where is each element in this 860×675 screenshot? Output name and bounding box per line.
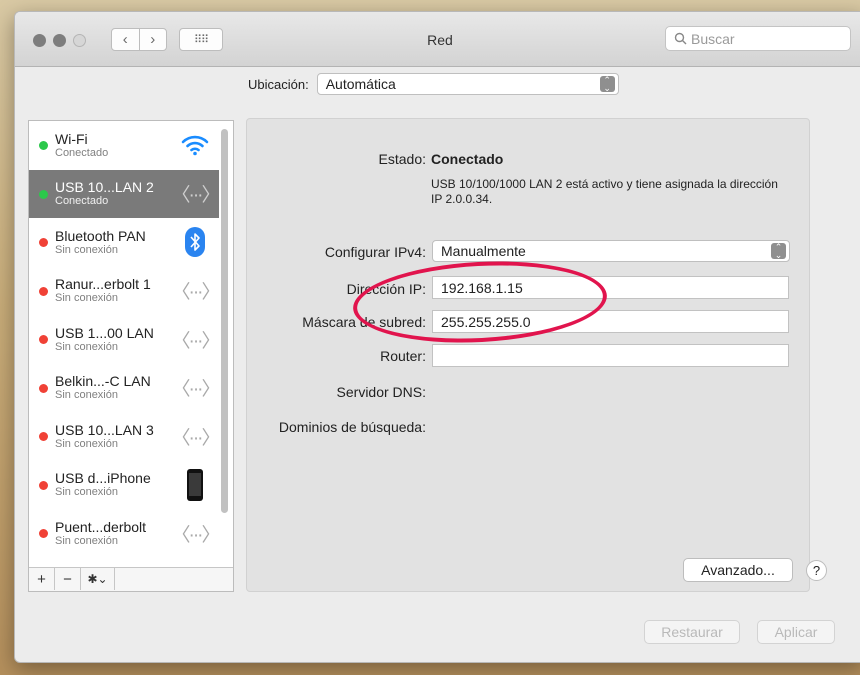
service-item[interactable]: USB d...iPhone Sin conexión <box>29 461 219 510</box>
location-row: Ubicación: Automática ⌃ ⌄ <box>248 73 619 95</box>
service-item[interactable]: Ranur...erbolt 1 Sin conexión 〈···〉 <box>29 267 219 316</box>
ethernet-icon: 〈···〉 <box>171 185 219 206</box>
help-button[interactable]: ? <box>806 560 827 581</box>
service-name: Bluetooth PAN <box>55 227 146 244</box>
location-select[interactable]: Automática ⌃ ⌄ <box>316 73 619 95</box>
status-dot-icon <box>39 335 48 344</box>
service-status: Sin conexión <box>55 243 118 256</box>
service-name: USB 10...LAN 3 <box>55 421 154 438</box>
service-item[interactable]: USB 10...LAN 3 Sin conexión 〈···〉 <box>29 412 219 461</box>
service-status: Sin conexión <box>55 292 118 305</box>
chevron-updown-icon: ⌃ ⌄ <box>599 76 615 93</box>
status-label: Estado: <box>378 151 426 167</box>
ethernet-icon: 〈···〉 <box>171 379 219 400</box>
service-text: USB d...iPhone Sin conexión <box>55 470 151 499</box>
service-text: USB 10...LAN 3 Sin conexión <box>55 422 154 451</box>
service-name: Wi-Fi <box>55 130 88 147</box>
service-list-footer: + − ✱⌄ <box>29 567 233 591</box>
wifi-icon <box>179 130 211 160</box>
ethernet-icon: 〈···〉 <box>171 282 219 303</box>
service-list-scrollbar[interactable] <box>221 129 228 513</box>
status-dot-icon <box>39 480 48 490</box>
service-name: USB 1...00 LAN <box>55 324 154 341</box>
router-field[interactable] <box>432 344 789 367</box>
service-text: Bluetooth PAN Sin conexión <box>55 228 146 257</box>
search-icon <box>674 32 687 45</box>
service-item[interactable]: Puent...derbolt Sin conexión 〈···〉 <box>29 509 219 558</box>
status-dot-icon <box>39 238 48 247</box>
titlebar: ‹ › ⠿⠿ Red Buscar <box>15 12 860 67</box>
configure-ipv4-value: Manualmente <box>441 243 526 259</box>
ip-address-label: Dirección IP: <box>346 281 426 297</box>
service-name: Ranur...erbolt 1 <box>55 276 151 293</box>
service-item[interactable]: USB 10...LAN 2 Conectado 〈···〉 <box>29 169 219 218</box>
ethernet-icon: 〈···〉 <box>171 427 219 449</box>
search-placeholder: Buscar <box>691 30 735 47</box>
subnet-mask-label: Máscara de subred: <box>302 314 426 330</box>
service-status: Sin conexión <box>55 534 118 547</box>
remove-service-button[interactable]: − <box>55 568 81 590</box>
service-status: Conectado <box>55 146 109 159</box>
status-dot-icon <box>39 383 48 393</box>
search-input[interactable]: Buscar <box>665 26 851 51</box>
bluetooth-icon <box>179 227 211 257</box>
status-description: USB 10/100/1000 LAN 2 está activo y tien… <box>431 177 778 206</box>
status-dot-icon <box>39 141 48 150</box>
iphone-icon <box>179 468 211 501</box>
status-dot-icon <box>39 432 48 441</box>
service-text: USB 10...LAN 2 Conectado <box>55 179 154 208</box>
subnet-mask-field[interactable]: 255.255.255.0 <box>432 310 789 333</box>
status-dot-icon <box>39 286 48 296</box>
service-item[interactable]: USB 1...00 LAN Sin conexión 〈···〉 <box>29 315 219 364</box>
status-value: Conectado <box>431 151 504 167</box>
service-status: Sin conexión <box>55 340 118 353</box>
gear-menu-button[interactable]: ✱⌄ <box>81 568 115 590</box>
status-dot-icon <box>39 189 48 199</box>
ip-address-field[interactable]: 192.168.1.15 <box>432 276 789 299</box>
service-text: Ranur...erbolt 1 Sin conexión <box>55 276 151 305</box>
chevron-updown-icon: ⌃ ⌄ <box>771 243 786 260</box>
service-text: Belkin...-C LAN Sin conexión <box>55 373 151 402</box>
service-status: Sin conexión <box>55 389 118 402</box>
service-item[interactable]: Bluetooth PAN Sin conexión <box>29 218 219 267</box>
configure-ipv4-select[interactable]: Manualmente ⌃ ⌄ <box>432 240 790 262</box>
service-name: USB 10...LAN 2 <box>55 179 154 196</box>
dns-server-label: Servidor DNS: <box>336 384 426 400</box>
service-item[interactable]: Wi-Fi Conectado <box>29 121 219 170</box>
advanced-button[interactable]: Avanzado... <box>683 558 793 582</box>
apply-button[interactable]: Aplicar <box>757 620 835 644</box>
add-service-button[interactable]: + <box>29 568 55 590</box>
service-status: Sin conexión <box>55 486 118 499</box>
ethernet-icon: 〈···〉 <box>171 330 219 352</box>
service-item[interactable]: Belkin...-C LAN Sin conexión 〈···〉 <box>29 364 219 413</box>
service-name: USB d...iPhone <box>55 470 151 487</box>
configure-ipv4-label: Configurar IPv4: <box>324 244 426 260</box>
status-dot-icon <box>39 529 48 538</box>
service-name: Puent...derbolt <box>55 518 147 535</box>
service-text: USB 1...00 LAN Sin conexión <box>55 325 154 354</box>
service-text: Puent...derbolt Sin conexión <box>55 519 146 548</box>
router-label: Router: <box>380 348 426 364</box>
location-value: Automática <box>325 76 396 92</box>
service-status: Sin conexión <box>55 437 118 450</box>
service-list-panel: Wi-Fi Conectado USB 10...LAN 2 Conectado 〈··… <box>28 120 234 592</box>
service-status: Conectado <box>55 195 109 208</box>
revert-button[interactable]: Restaurar <box>644 620 740 644</box>
location-label: Ubicación: <box>248 76 309 92</box>
service-name: Belkin...-C LAN <box>55 373 151 390</box>
ethernet-icon: 〈···〉 <box>171 524 219 546</box>
search-domains-label: Dominios de búsqueda: <box>278 419 426 435</box>
service-text: Wi-Fi Conectado <box>55 131 108 160</box>
service-list[interactable]: Wi-Fi Conectado USB 10...LAN 2 Conectado 〈··… <box>29 121 219 568</box>
